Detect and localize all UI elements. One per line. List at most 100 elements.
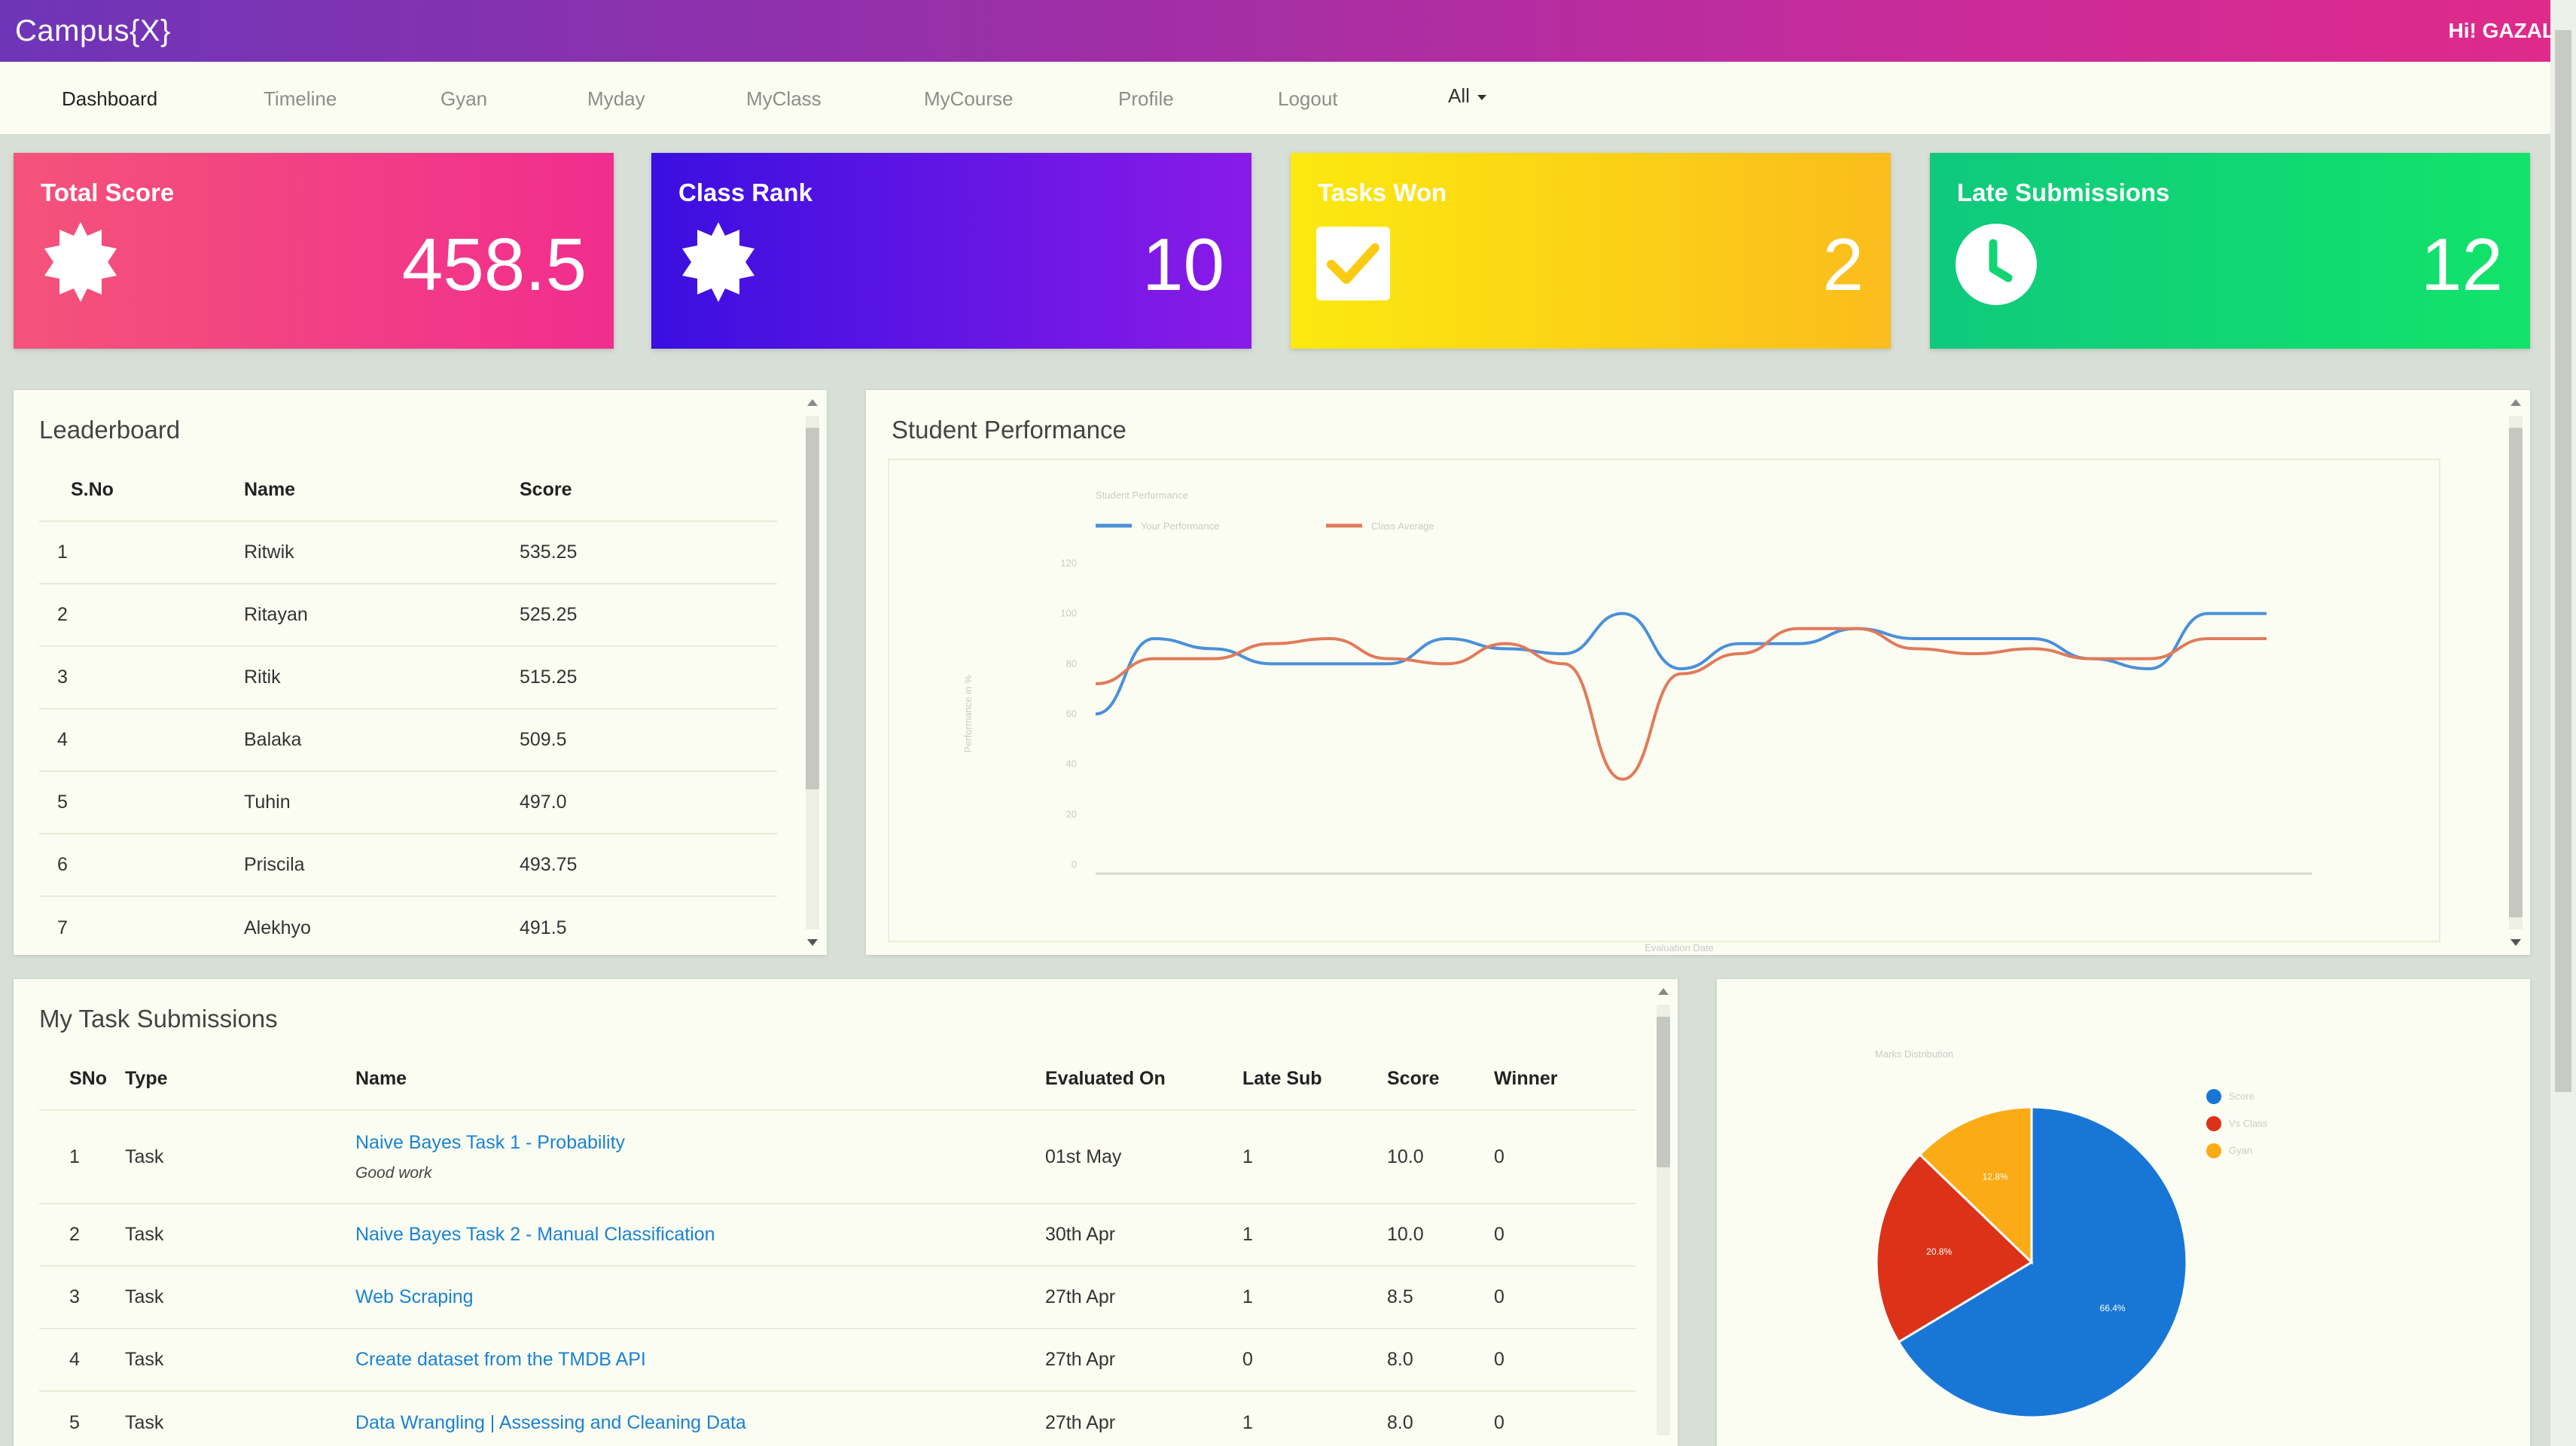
scroll-up-icon[interactable] [1658,988,1669,995]
evaluated-cell: 30th Apr [1045,1203,1242,1266]
score-cell: 509.5 [520,708,777,771]
winner-cell: 0 [1494,1265,1636,1329]
late-cell: 1 [1242,1203,1387,1266]
performance-panel: Student Performance Student Performance Y… [866,390,2530,955]
filter-dropdown[interactable]: All [1448,84,1486,108]
type-cell: Task [125,1328,355,1391]
rank-cell: 7 [39,895,244,959]
table-row: 1 Ritwik 535.25 [39,520,777,584]
nav-profile[interactable]: Profile [1118,87,1174,111]
table-row: 5 Task Data Wrangling | Assessing and Clea… [39,1390,1636,1446]
class-rank-card: Class Rank 10 [651,153,1251,349]
column-header: Late Sub [1242,1068,1322,1089]
total-score-value: 458.5 [401,223,587,306]
tasks-scrollbar[interactable] [1652,985,1675,1446]
evaluated-cell: 27th Apr [1045,1390,1242,1446]
late-cell: 0 [1242,1328,1387,1391]
scroll-up-icon[interactable] [807,399,818,406]
nav-timeline[interactable]: Timeline [264,87,337,111]
badge-icon [44,222,117,302]
table-header-row: SNo Type Name Evaluated On Late Sub Scor… [39,1048,1636,1110]
legend-swatch [2206,1116,2221,1131]
leaderboard-rows: 1 Ritwik 535.25 2 Ritayan 525.25 3 Ritik 515.25 4… [39,520,777,959]
column-header: Evaluated On [1045,1068,1166,1089]
type-cell: Task [125,1109,355,1203]
type-cell: Task [125,1203,355,1266]
evaluated-cell: 01st May [1045,1109,1242,1203]
task-link[interactable]: Web Scraping [355,1286,474,1307]
tasks-won-value: 2 [1822,223,1864,306]
task-link[interactable]: Data Wrangling | Assessing and Cleaning … [355,1412,746,1433]
late-submissions-card: Late Submissions 12 [1930,153,2530,349]
sno-cell: 4 [39,1328,125,1391]
task-link[interactable]: Naive Bayes Task 1 - Probability [355,1132,625,1153]
name-cell: Ritayan [244,583,520,646]
task-name-cell: Create dataset from the TMDB API [355,1328,1045,1391]
card-title: Tasks Won [1318,178,1447,206]
task-name-cell: Web Scraping [355,1265,1045,1329]
task-name-cell: Naive Bayes Task 1 - Probability Good wor… [355,1109,1045,1203]
chevron-down-icon [1477,94,1486,100]
performance-scrollbar[interactable] [2504,396,2527,949]
table-row: 4 Balaka 509.5 [39,708,777,771]
score-cell: 10.0 [1387,1203,1494,1266]
score-cell: 491.5 [520,895,777,959]
legend-label: Vs Class [2229,1118,2268,1129]
table-row: 7 Alekhyo 491.5 [39,895,777,959]
brand-logo[interactable]: Campus{X} [15,14,171,48]
slice-label: 20.8% [1926,1246,1952,1257]
user-greeting[interactable]: Hi! GAZAL [2448,19,2555,43]
scroll-thumb[interactable] [2509,428,2523,917]
sno-cell: 1 [39,1109,125,1203]
card-title: Class Rank [678,178,812,206]
score-cell: 8.0 [1387,1328,1494,1391]
winner-cell: 0 [1494,1203,1636,1266]
y-tick-label: 0 [1072,859,1077,870]
nav-gyan[interactable]: Gyan [441,87,487,111]
score-cell: 493.75 [520,833,777,896]
scroll-down-icon[interactable] [807,939,818,946]
chart-title: Student Performance [1096,490,1188,501]
page-scrollbar[interactable] [2550,0,2576,1446]
legend-label: Score [2229,1091,2254,1102]
sno-cell: 3 [39,1265,125,1329]
name-cell: Alekhyo [244,895,520,959]
score-cell: 525.25 [520,583,777,646]
table-row: 5 Tuhin 497.0 [39,770,777,834]
task-link[interactable]: Naive Bayes Task 2 - Manual Classificati… [355,1224,715,1245]
column-header: Name [244,479,296,500]
name-cell: Priscila [244,833,520,896]
scroll-up-icon[interactable] [2510,399,2521,406]
series-line [1095,627,2267,781]
task-name-cell: Data Wrangling | Assessing and Cleaning … [355,1390,1045,1446]
class-rank-value: 10 [1142,223,1224,306]
rank-cell: 3 [39,645,244,709]
late-submissions-value: 12 [2420,223,2503,306]
page-scroll-thumb[interactable] [2555,30,2571,1092]
late-cell: 1 [1242,1265,1387,1329]
nav-dashboard[interactable]: Dashboard [62,87,157,111]
nav-myday[interactable]: Myday [587,87,645,111]
chart-frame [888,459,2440,942]
rank-cell: 5 [39,770,244,834]
score-cell: 10.0 [1387,1109,1494,1203]
scroll-down-icon[interactable] [2510,939,2521,946]
winner-cell: 0 [1494,1390,1636,1446]
scroll-thumb[interactable] [806,428,819,789]
winner-cell: 0 [1494,1328,1636,1391]
score-cell: 497.0 [520,770,777,834]
name-cell: Tuhin [244,770,520,834]
scroll-thumb[interactable] [1657,1017,1670,1167]
column-header: Winner [1494,1068,1558,1089]
nav-mycourse[interactable]: MyCourse [924,87,1013,111]
leaderboard-scrollbar[interactable] [801,396,824,949]
score-cell: 515.25 [520,645,777,709]
column-header: Name [355,1068,407,1089]
legend-label: Your Performance [1141,520,1219,532]
nav-logout[interactable]: Logout [1278,87,1338,111]
sno-cell: 5 [39,1390,125,1446]
column-header: Score [1387,1068,1440,1089]
task-link[interactable]: Create dataset from the TMDB API [355,1349,646,1370]
nav-myclass[interactable]: MyClass [746,87,822,111]
column-header: SNo [69,1068,107,1089]
